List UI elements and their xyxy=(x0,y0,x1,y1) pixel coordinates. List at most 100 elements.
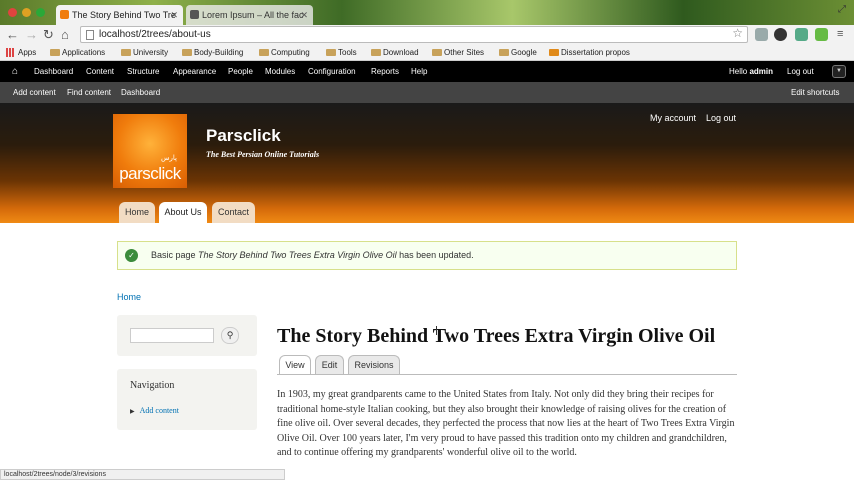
page-title: The Story Behind Two Trees Extra Virgin … xyxy=(277,325,716,347)
extension-icon[interactable] xyxy=(755,28,768,41)
main-menu-contact[interactable]: Contact xyxy=(212,202,255,223)
shortcuts-toggle-icon[interactable]: ▼ xyxy=(832,65,846,78)
admin-menu-dashboard[interactable]: Dashboard xyxy=(34,61,73,82)
my-account-link[interactable]: My account xyxy=(650,112,696,124)
search-input[interactable] xyxy=(130,328,214,343)
home-icon[interactable]: ⌂ xyxy=(61,26,69,43)
zoom-window-icon[interactable] xyxy=(36,8,45,17)
reload-icon[interactable]: ↻ xyxy=(43,26,54,43)
bookmark-folder[interactable]: Download xyxy=(371,44,419,61)
bookmark-apps[interactable]: Apps xyxy=(6,44,36,61)
folder-icon xyxy=(121,49,131,56)
admin-logout-link[interactable]: Log out xyxy=(787,61,814,82)
fullscreen-icon[interactable]: ⤢ xyxy=(838,4,846,15)
main-menu-home[interactable]: Home xyxy=(119,202,155,223)
folder-icon xyxy=(371,49,381,56)
folder-icon xyxy=(259,49,269,56)
bookmark-folder[interactable]: Tools xyxy=(326,44,357,61)
admin-menu-people[interactable]: People xyxy=(228,61,253,82)
extension-icon[interactable] xyxy=(815,28,828,41)
edit-shortcuts-link[interactable]: Edit shortcuts xyxy=(791,82,839,103)
tab-title: The Story Behind Two Tre xyxy=(72,10,176,20)
browser-status-bar: localhost/2trees/node/3/revisions xyxy=(0,469,285,480)
tab-revisions[interactable]: Revisions xyxy=(348,355,400,374)
tab-view[interactable]: View xyxy=(279,355,311,375)
screen: The Story Behind Two Tre ✕ Lorem Ipsum –… xyxy=(0,0,854,480)
navigation-title: Navigation xyxy=(130,380,175,391)
node-body: In 1903, my great grandparents came to t… xyxy=(277,389,735,459)
search-button[interactable]: ⚲ xyxy=(221,327,239,344)
back-icon[interactable]: ← xyxy=(6,26,19,43)
shortcut-dashboard[interactable]: Dashboard xyxy=(121,82,160,103)
folder-icon xyxy=(326,49,336,56)
address-url: localhost/2trees/about-us xyxy=(99,29,211,40)
folder-icon xyxy=(182,49,192,56)
extension-icon[interactable] xyxy=(795,28,808,41)
close-window-icon[interactable] xyxy=(8,8,17,17)
main-menu-about-us[interactable]: About Us xyxy=(159,202,207,223)
logo-persian-mark: پارس xyxy=(160,155,177,162)
browser-tab-active[interactable]: The Story Behind Two Tre ✕ xyxy=(56,5,183,25)
admin-menu-appearance[interactable]: Appearance xyxy=(173,61,216,82)
site-name[interactable]: Parsclick xyxy=(206,126,281,146)
nav-add-content-link[interactable]: ▶ Add content xyxy=(130,406,179,415)
address-bar[interactable]: localhost/2trees/about-us ☆ xyxy=(80,26,748,43)
minimize-window-icon[interactable] xyxy=(22,8,31,17)
shortcut-find-content[interactable]: Find content xyxy=(67,82,111,103)
search-block: ⚲ xyxy=(117,315,257,356)
navigation-block: Navigation ▶ Add content xyxy=(117,369,257,430)
bookmark-folder[interactable]: Applications xyxy=(50,44,105,61)
close-tab-icon[interactable]: ✕ xyxy=(300,5,308,25)
triangle-bullet-icon: ▶ xyxy=(130,409,135,415)
bookmark-folder[interactable]: Computing xyxy=(259,44,310,61)
status-message: ✓ Basic page The Story Behind Two Trees … xyxy=(117,241,737,270)
admin-menu-content[interactable]: Content xyxy=(86,61,114,82)
tabs-divider xyxy=(277,374,737,375)
admin-menu-structure[interactable]: Structure xyxy=(127,61,159,82)
bookmark-folder[interactable]: University xyxy=(121,44,168,61)
admin-home-icon[interactable]: ⌂ xyxy=(12,61,18,82)
bookmark-link[interactable]: Dissertation propos xyxy=(549,44,630,61)
bookmarks-bar: Apps Applications University Body-Buildi… xyxy=(0,44,854,61)
admin-menu-help[interactable]: Help xyxy=(411,61,427,82)
close-tab-icon[interactable]: ✕ xyxy=(170,5,178,25)
tab-edit[interactable]: Edit xyxy=(315,355,344,374)
browser-toolbar: ← → ↻ ⌂ localhost/2trees/about-us ☆ ≡ xyxy=(0,25,854,44)
admin-menu-modules[interactable]: Modules xyxy=(265,61,295,82)
bookmark-star-icon[interactable]: ☆ xyxy=(732,26,743,41)
text-cursor-icon xyxy=(436,326,437,335)
page-icon xyxy=(86,30,94,40)
admin-menu-reports[interactable]: Reports xyxy=(371,61,399,82)
admin-greeting: Hello admin xyxy=(729,67,774,76)
search-icon: ⚲ xyxy=(226,330,234,340)
site-header: پارس parsclick Parsclick The Best Persia… xyxy=(0,103,854,223)
admin-menu-configuration[interactable]: Configuration xyxy=(308,61,356,82)
admin-username[interactable]: admin xyxy=(749,67,773,76)
browser-tab-strip: The Story Behind Two Tre ✕ Lorem Ipsum –… xyxy=(0,0,854,25)
logo-text: parsclick xyxy=(119,164,181,183)
site-logo[interactable]: پارس parsclick xyxy=(113,114,187,188)
menu-icon[interactable]: ≡ xyxy=(837,26,843,43)
folder-icon xyxy=(50,49,60,56)
drupal-favicon-icon xyxy=(60,10,69,19)
shortcut-add-content[interactable]: Add content xyxy=(13,82,56,103)
checkmark-icon: ✓ xyxy=(125,249,138,262)
apps-grid-icon xyxy=(6,48,15,57)
admin-toolbar: ⌂ Dashboard Content Structure Appearance… xyxy=(0,61,854,82)
breadcrumb-home[interactable]: Home xyxy=(117,292,141,302)
bookmark-folder[interactable]: Body-Building xyxy=(182,44,243,61)
logout-link[interactable]: Log out xyxy=(706,112,736,124)
folder-icon xyxy=(432,49,442,56)
browser-tab[interactable]: Lorem Ipsum – All the fac ✕ xyxy=(186,5,313,25)
tab-title: Lorem Ipsum – All the fac xyxy=(202,10,304,20)
lipsum-favicon-icon xyxy=(190,10,199,19)
folder-icon xyxy=(499,49,509,56)
page-icon xyxy=(549,49,559,56)
shortcuts-bar: Add content Find content Dashboard Edit … xyxy=(0,82,854,103)
settings-gear-icon[interactable] xyxy=(774,28,787,41)
site-slogan: The Best Persian Online Tutorials xyxy=(206,150,320,159)
bookmark-folder[interactable]: Other Sites xyxy=(432,44,484,61)
status-node-title: The Story Behind Two Trees Extra Virgin … xyxy=(198,250,397,260)
forward-icon[interactable]: → xyxy=(25,26,38,43)
bookmark-folder[interactable]: Google xyxy=(499,44,537,61)
